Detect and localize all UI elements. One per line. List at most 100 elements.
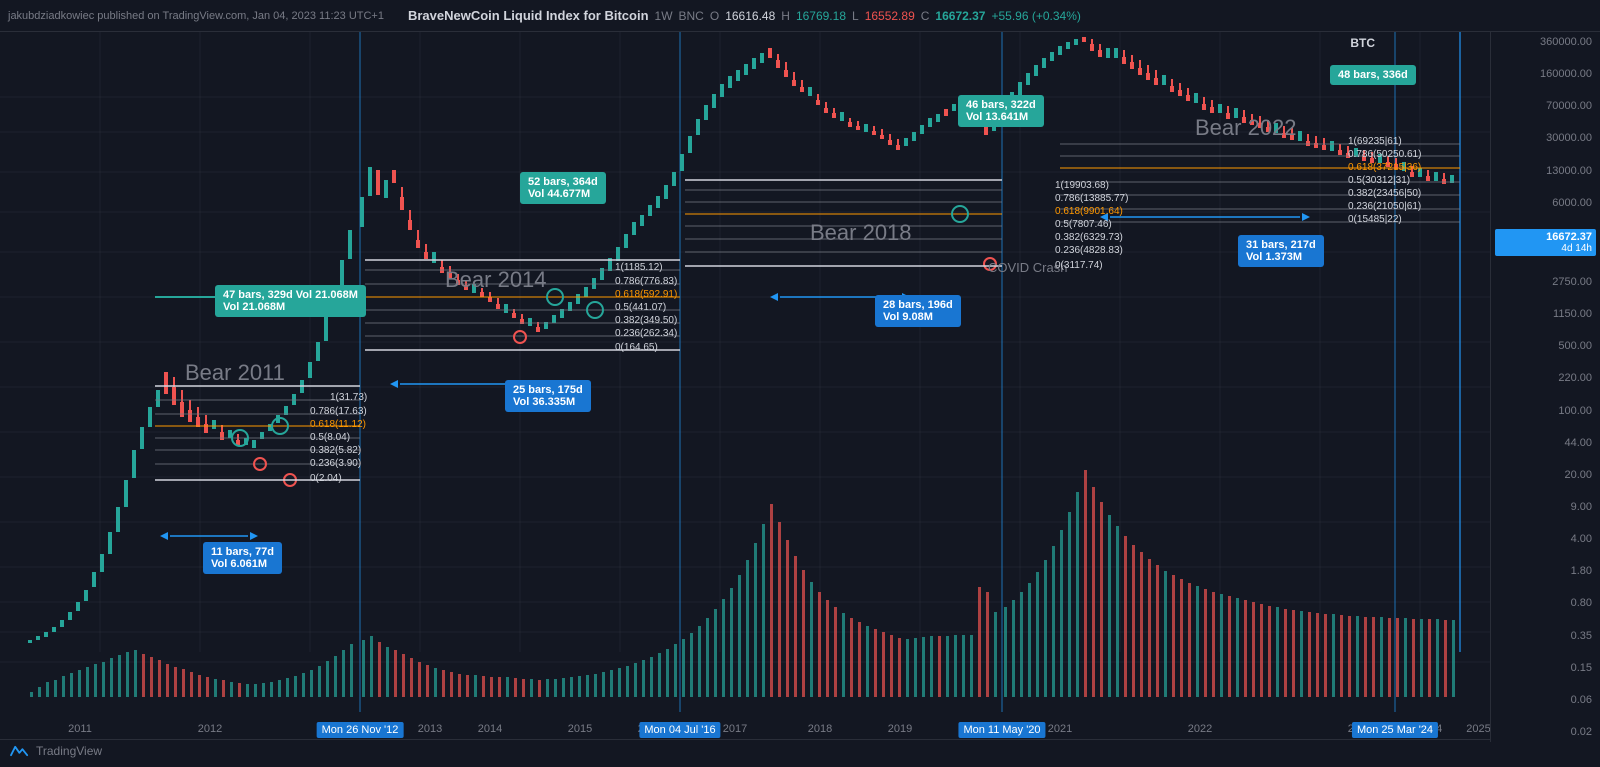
current-price-label: 16672.37 4d 14h [1495, 229, 1596, 256]
exchange: BNC [679, 9, 704, 23]
info-box-bear2011: 47 bars, 329d Vol 21.068M Vol 21.068M [215, 285, 366, 317]
c-label: C [921, 9, 930, 23]
info-blue-2014-1: 25 bars, 175d [513, 384, 583, 396]
top-bar: jakubdziadkowiec published on TradingVie… [0, 0, 1600, 32]
price-2750: 2750.00 [1495, 276, 1596, 288]
price-6k: 6000.00 [1495, 197, 1596, 209]
fib-2018-618: 0.618(9901.64) [1055, 206, 1123, 217]
fib-2014-786: 0.786(776.83) [615, 276, 677, 287]
fib-2022-382: 0.382(23456|50) [1348, 188, 1421, 199]
tradingview-text: TradingView [36, 744, 102, 758]
date-label-2012: Mon 26 Nov '12 [317, 722, 404, 738]
price-1150: 1150.00 [1495, 308, 1596, 320]
svg-text:2017: 2017 [723, 723, 747, 735]
info-bar-2014-1: 52 bars, 364d [528, 176, 598, 188]
bottom-bar: TradingView [0, 739, 1490, 767]
price-13k: 13000.00 [1495, 165, 1596, 177]
info-blue-2011-1: 11 bars, 77d [211, 546, 274, 558]
date-label-2024: Mon 25 Mar '24 [1352, 722, 1438, 738]
svg-text:2015: 2015 [568, 723, 592, 735]
current-price-value: 16672.37 [1499, 231, 1592, 243]
info-blue-2018-1: 28 bars, 196d [883, 299, 953, 311]
fib-2014-0: 0(164.65) [615, 342, 658, 353]
bear-2022-label: Bear 2022 [1195, 115, 1297, 141]
price-220: 220.00 [1495, 372, 1596, 384]
fib-2011-618: 0.618(11.12) [310, 419, 366, 430]
info-blue-2018-2: Vol 9.08M [883, 311, 953, 323]
price-high: 16769.18 [796, 9, 846, 23]
price-160k: 160000.00 [1495, 68, 1596, 80]
price-change: +55.96 (+0.34%) [991, 9, 1080, 23]
svg-text:2011: 2011 [68, 723, 92, 735]
fib-2014-1: 1(1185.12) [615, 262, 663, 273]
info-bar-2018-2: Vol 13.641M [966, 111, 1036, 123]
fib-2011-1: 1(31.73) [330, 392, 367, 403]
h-label: H [781, 9, 790, 23]
chart-area[interactable]: 2011 2012 2013 2014 2015 2016 2017 2018 … [0, 32, 1490, 742]
price-1-8: 1.80 [1495, 565, 1596, 577]
info-blue-2022-2: Vol 1.373M [1246, 251, 1316, 263]
fib-2011-5: 0.5(8.04) [310, 432, 350, 443]
info-box-blue-2018: 28 bars, 196d Vol 9.08M [875, 295, 961, 327]
fib-2018-5: 0.5(7807.46) [1055, 219, 1112, 230]
fib-2011-0: 0(2.04) [310, 473, 342, 484]
info-box-blue-2011: 11 bars, 77d Vol 6.061M [203, 542, 282, 574]
symbol-info: BraveNewCoin Liquid Index for Bitcoin 1W… [408, 8, 1081, 23]
info-box-blue-2022: 31 bars, 217d Vol 1.373M [1238, 235, 1324, 267]
price-4: 4.00 [1495, 533, 1596, 545]
fib-2022-236: 0.236(21050|61) [1348, 201, 1421, 212]
timeframe: 1W [655, 9, 673, 23]
fib-2011-382: 0.382(5.82) [310, 445, 361, 456]
tradingview-logo: TradingView [8, 741, 102, 761]
date-label-2020: Mon 11 May '20 [958, 722, 1045, 738]
price-0-8: 0.80 [1495, 597, 1596, 609]
fib-2022-5: 0.5(30312|31) [1348, 175, 1410, 186]
info-bar-2014-2: Vol 44.677M [528, 188, 598, 200]
fib-2014-382: 0.382(349.50) [615, 315, 677, 326]
bear-2011-label: Bear 2011 [185, 360, 285, 386]
svg-text:2014: 2014 [478, 723, 502, 735]
info-box-bear2018: 46 bars, 322d Vol 13.641M [958, 95, 1044, 127]
fib-2014-236: 0.236(262.34) [615, 328, 677, 339]
fib-2011-786: 0.786(17.63) [310, 406, 367, 417]
fib-2018-382: 0.382(6329.73) [1055, 232, 1123, 243]
date-label-2016: Mon 04 Jul '16 [639, 722, 720, 738]
publisher-info: jakubdziadkowiec published on TradingVie… [8, 10, 384, 22]
current-price-sub: 4d 14h [1499, 243, 1592, 254]
svg-text:2019: 2019 [888, 723, 912, 735]
info-box-bear2011-line2: Vol 21.068M [223, 301, 358, 313]
fib-2022-786: 0.786(50250.61) [1348, 149, 1421, 160]
price-9: 9.00 [1495, 501, 1596, 513]
info-bar-2018-1: 46 bars, 322d [966, 99, 1036, 111]
fib-2018-786: 0.786(13885.77) [1055, 193, 1128, 204]
info-box-bear2022: 48 bars, 336d [1330, 65, 1416, 85]
price-360k: 360000.00 [1495, 36, 1596, 48]
info-blue-2022-1: 31 bars, 217d [1246, 239, 1316, 251]
price-close: 16672.37 [935, 9, 985, 23]
fib-2022-618: 0.618(37215|36) [1348, 162, 1421, 173]
price-500: 500.00 [1495, 340, 1596, 352]
fib-2018-236: 0.236(4828.83) [1055, 245, 1123, 256]
bear-2014-label: Bear 2014 [445, 267, 547, 293]
fib-2018-1: 1(19903.68) [1055, 180, 1109, 191]
fib-2014-5: 0.5(441.07) [615, 302, 666, 313]
chart-container: jakubdziadkowiec published on TradingVie… [0, 0, 1600, 767]
info-bar-2022-1: 48 bars, 336d [1338, 69, 1408, 81]
fib-2022-0: 0(15485|22) [1348, 214, 1402, 225]
info-blue-2014-2: Vol 36.335M [513, 396, 583, 408]
price-open: 16616.48 [725, 9, 775, 23]
svg-text:2021: 2021 [1048, 723, 1072, 735]
svg-text:2012: 2012 [198, 723, 222, 735]
price-low: 16552.89 [865, 9, 915, 23]
info-box-blue-2014: 25 bars, 175d Vol 36.335M [505, 380, 591, 412]
fib-2018-0: 0(3117.74) [1055, 260, 1103, 271]
tv-logo-svg [8, 741, 32, 761]
info-box-bear2011-line1: 47 bars, 329d Vol 21.068M [223, 289, 358, 301]
price-44: 44.00 [1495, 437, 1596, 449]
o-label: O [710, 9, 719, 23]
symbol-name: BraveNewCoin Liquid Index for Bitcoin [408, 8, 649, 23]
price-0-06: 0.06 [1495, 694, 1596, 706]
svg-text:2022: 2022 [1188, 723, 1212, 735]
price-100: 100.00 [1495, 405, 1596, 417]
svg-text:2013: 2013 [418, 723, 442, 735]
